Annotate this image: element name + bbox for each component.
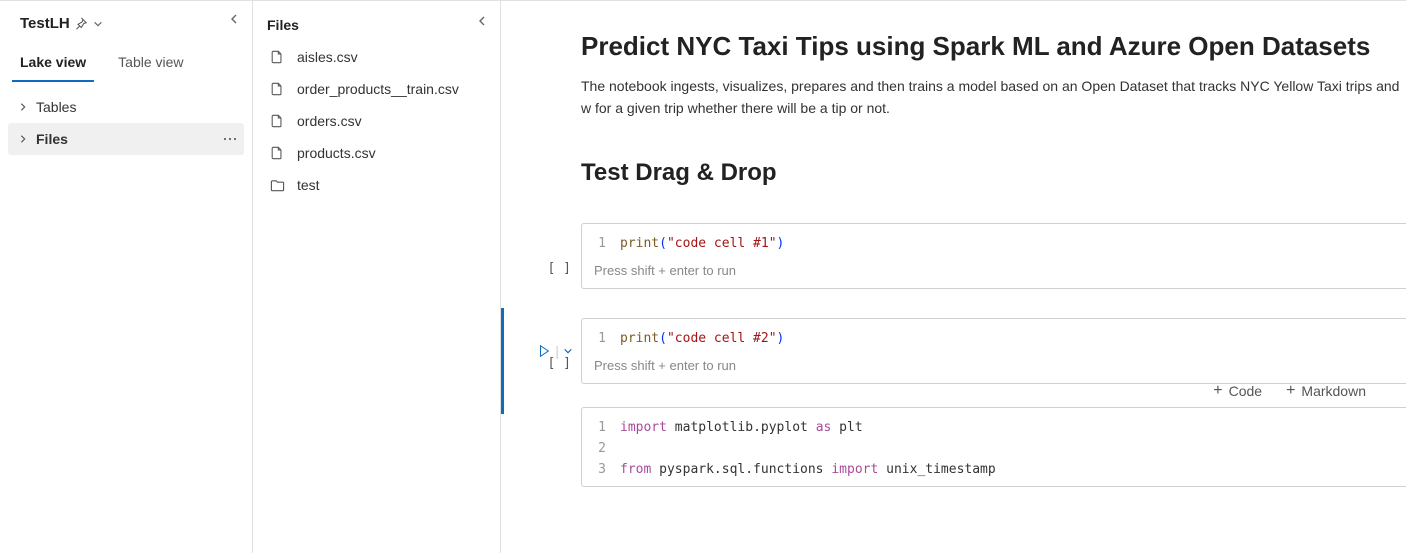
view-tabs: Lake view Table view: [0, 36, 252, 83]
cell-editor[interactable]: 1import matplotlib.pyplot as plt23from p…: [581, 407, 1406, 487]
run-hint: Press shift + enter to run: [582, 261, 1406, 288]
line-number: 1: [594, 418, 620, 439]
file-name: orders.csv: [297, 113, 362, 129]
tree-label-files: Files: [36, 131, 68, 147]
file-item[interactable]: order_products__train.csv: [261, 73, 492, 105]
file-name: products.csv: [297, 145, 376, 161]
notebook-subtitle: Test Drag & Drop: [581, 159, 1406, 187]
run-cell-button[interactable]: [537, 344, 551, 358]
tree-label-tables: Tables: [36, 99, 76, 115]
tree-item-tables[interactable]: Tables: [8, 91, 244, 123]
chevron-right-icon: [16, 102, 30, 112]
plus-icon: +: [1213, 383, 1222, 399]
file-name: order_products__train.csv: [297, 81, 459, 97]
chevron-right-icon: [16, 134, 30, 144]
collapse-files-icon[interactable]: [476, 15, 488, 27]
file-item[interactable]: aisles.csv: [261, 41, 492, 73]
cell-editor[interactable]: 1print("code cell #1")Press shift + ente…: [581, 223, 1406, 289]
notebook-description: The notebook ingests, visualizes, prepar…: [581, 76, 1406, 119]
workspace-title: TestLH: [20, 15, 70, 32]
more-icon[interactable]: [222, 131, 238, 147]
files-panel: Files aisles.csv order_products__train.cs…: [253, 1, 501, 553]
file-item[interactable]: orders.csv: [261, 105, 492, 137]
code-cell[interactable]: 1print("code cell #1")Press shift + ente…: [501, 223, 1406, 289]
tab-lake-view[interactable]: Lake view: [12, 48, 94, 82]
line-number: 1: [594, 329, 620, 350]
notebook-title: Predict NYC Taxi Tips using Spark ML and…: [581, 31, 1406, 62]
folder-item[interactable]: test: [261, 169, 492, 201]
cell-editor[interactable]: 1print("code cell #2")Press shift + ente…: [581, 318, 1406, 384]
workspace-tree: Tables Files: [0, 83, 252, 155]
file-icon: [267, 114, 287, 128]
workspace-sidebar: TestLH Lake view Table view Tables: [0, 1, 253, 553]
line-number: 1: [594, 234, 620, 255]
file-icon: [267, 50, 287, 64]
tab-table-view[interactable]: Table view: [110, 48, 191, 82]
file-item[interactable]: products.csv: [261, 137, 492, 169]
code-cell[interactable]: 1import matplotlib.pyplot as plt23from p…: [501, 407, 1406, 487]
pin-icon[interactable]: [74, 17, 87, 30]
folder-icon: [267, 178, 287, 193]
add-code-cell-button[interactable]: +Code: [1213, 383, 1262, 399]
tree-item-files[interactable]: Files: [8, 123, 244, 155]
file-icon: [267, 146, 287, 160]
files-panel-title: Files: [267, 17, 299, 33]
cell-gutter: [501, 407, 581, 487]
notebook-area: Predict NYC Taxi Tips using Spark ML and…: [501, 1, 1406, 553]
cell-gutter: |: [501, 318, 581, 384]
file-name: aisles.csv: [297, 49, 358, 65]
cell-gutter: [501, 223, 581, 289]
file-icon: [267, 82, 287, 96]
code-cell[interactable]: |1print("code cell #2")Press shift + ent…: [501, 318, 1406, 384]
plus-icon: +: [1286, 383, 1295, 399]
file-name: test: [297, 177, 320, 193]
run-options-button[interactable]: [563, 346, 573, 356]
chevron-down-icon[interactable]: [93, 19, 103, 29]
add-markdown-cell-button[interactable]: +Markdown: [1286, 383, 1366, 399]
line-number: 3: [594, 460, 620, 481]
file-list: aisles.csv order_products__train.csvorder…: [253, 41, 500, 201]
line-number: 2: [594, 439, 620, 460]
collapse-sidebar-icon[interactable]: [228, 13, 240, 25]
run-hint: Press shift + enter to run: [582, 356, 1406, 383]
